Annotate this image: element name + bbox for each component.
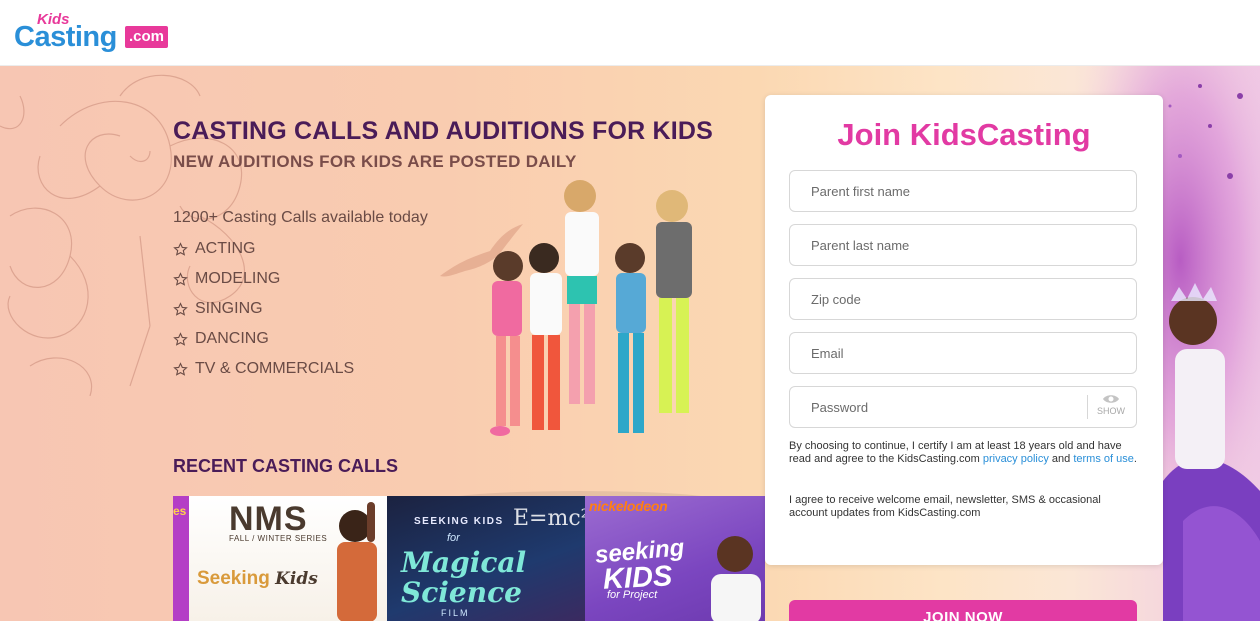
password-field[interactable]: Password SHOW: [789, 386, 1137, 428]
zip-code-input[interactable]: Zip code: [789, 278, 1137, 320]
card-title-line2: Science: [401, 576, 522, 609]
feature-item-modeling: MODELING: [173, 264, 354, 294]
casting-calls-count: 1200+ Casting Calls available today: [173, 209, 428, 226]
logo-dotcom-badge: .com: [125, 26, 169, 48]
feature-label: DANCING: [195, 330, 269, 347]
feature-item-acting: ACTING: [173, 234, 354, 264]
star-icon: [173, 301, 188, 316]
feature-list: ACTING MODELING SINGING DANCING TV & COM…: [173, 234, 354, 384]
join-now-button[interactable]: JOIN NOW: [789, 600, 1137, 621]
page-subheadline: NEW AUDITIONS FOR KIDS ARE POSTED DAILY: [173, 152, 577, 171]
terms-suffix: .: [1133, 453, 1137, 465]
card-footer: FILM: [441, 608, 470, 618]
card-brand: nickelodeon: [589, 498, 668, 514]
card-text: es: [173, 504, 187, 518]
star-icon: [173, 331, 188, 346]
form-title: Join KidsCasting: [837, 117, 1091, 152]
feature-label: SINGING: [195, 300, 263, 317]
feature-label: ACTING: [195, 240, 256, 257]
consent-text: I agree to receive welcome email, newsle…: [789, 494, 1101, 519]
star-icon: [173, 271, 188, 286]
princess-photo: [1163, 283, 1260, 621]
card-title-line3: for Project: [607, 589, 658, 601]
show-password-toggle[interactable]: SHOW: [1095, 393, 1127, 416]
signup-form: Join KidsCasting Parent first name Paren…: [765, 95, 1163, 621]
card-header: SEEKING KIDS: [414, 516, 504, 527]
casting-call-card[interactable]: nickelodeon seeking KIDS for Project: [585, 496, 765, 621]
card-tagline: Seeking Kids: [197, 568, 318, 590]
casting-calls-carousel: es NMS FALL / WINTER SERIES Seeking Kids…: [173, 496, 765, 621]
child-photo: [337, 502, 377, 621]
card-tagline-line2: Kids: [275, 569, 318, 589]
logo-casting-text: Casting: [14, 21, 117, 53]
feature-item-singing: SINGING: [173, 294, 354, 324]
site-header: Kids Casting .com: [0, 0, 1260, 66]
kids-group-photo: [440, 180, 720, 511]
star-icon: [173, 241, 188, 256]
recent-casting-calls-heading: RECENT CASTING CALLS: [173, 456, 398, 476]
feature-label: TV & COMMERCIALS: [195, 360, 355, 377]
privacy-policy-link[interactable]: privacy policy: [983, 453, 1049, 465]
feature-item-dancing: DANCING: [173, 324, 354, 354]
card-equation: E=mc²: [513, 506, 585, 531]
terms-text: By choosing to continue, I certify I am …: [789, 440, 1141, 466]
page-headline: CASTING CALLS AND AUDITIONS FOR KIDS: [173, 117, 714, 145]
card-subtitle: FALL / WINTER SERIES: [229, 534, 328, 543]
feature-item-tv-commercials: TV & COMMERCIALS: [173, 354, 354, 384]
eye-icon: [1103, 395, 1119, 403]
parent-first-name-input[interactable]: Parent first name: [789, 170, 1137, 212]
parent-last-name-input[interactable]: Parent last name: [789, 224, 1137, 266]
terms-and: and: [1048, 453, 1074, 465]
casting-call-card[interactable]: SEEKING KIDS for Magical Science FILM E=…: [387, 496, 585, 621]
child-photo: [711, 536, 761, 621]
feature-label: MODELING: [195, 270, 281, 287]
casting-call-card[interactable]: es: [173, 496, 189, 621]
email-input[interactable]: Email: [789, 332, 1137, 374]
star-icon: [173, 361, 188, 376]
card-tagline-line1: Seeking: [197, 568, 270, 589]
card-title-line1: Magical: [401, 546, 527, 579]
password-placeholder: Password: [811, 399, 869, 415]
card-for: for: [447, 532, 460, 544]
divider: [1087, 395, 1088, 419]
terms-of-use-link[interactable]: terms of use: [1073, 453, 1134, 465]
casting-call-card[interactable]: NMS FALL / WINTER SERIES Seeking Kids: [189, 496, 387, 621]
kidscasting-logo[interactable]: Kids Casting .com: [14, 10, 169, 54]
show-label: SHOW: [1097, 406, 1125, 416]
